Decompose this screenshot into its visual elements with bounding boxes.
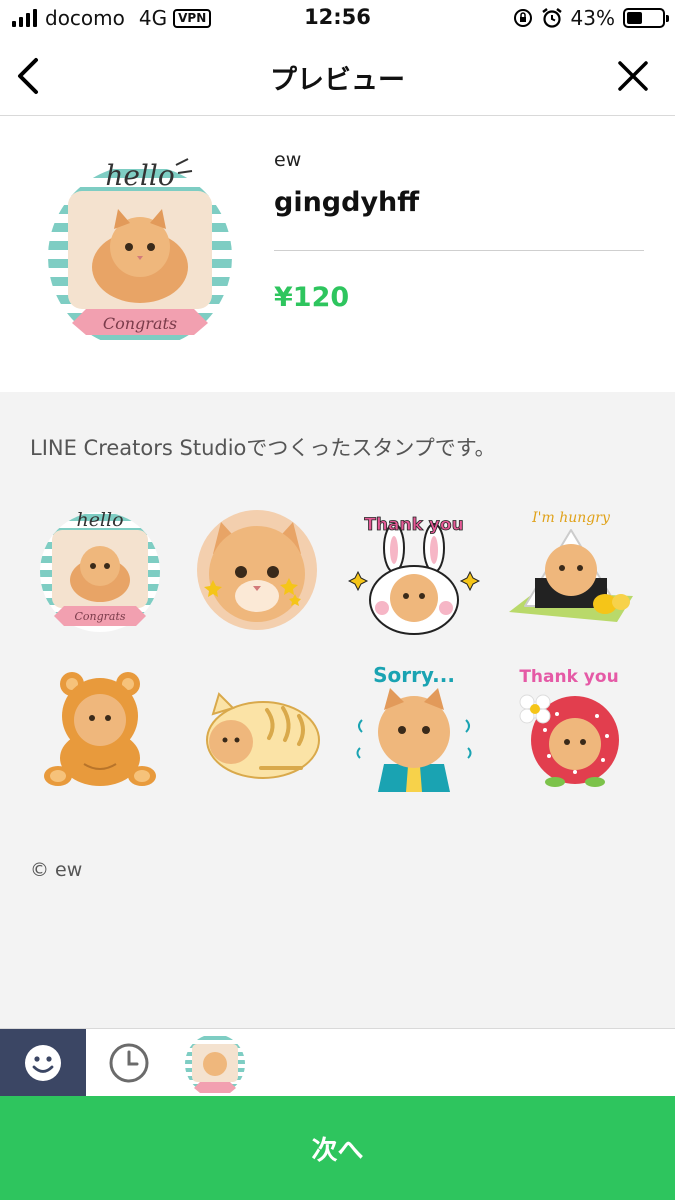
sticker-bunny-thank-you[interactable]: Thank you bbox=[336, 494, 491, 646]
sticker-tab-bar bbox=[0, 1028, 675, 1096]
svg-text:Sorry...: Sorry... bbox=[373, 663, 455, 687]
copyright: © ew bbox=[30, 859, 83, 881]
sticker-bear-costume[interactable] bbox=[22, 650, 177, 802]
svg-text:Thank you: Thank you bbox=[364, 515, 463, 535]
sticker-ribbon-text: Congrats bbox=[103, 314, 177, 333]
description: LINE Creators Studioでつくったスタンプです。 bbox=[30, 436, 496, 460]
close-icon bbox=[618, 61, 648, 91]
sticker-sparkle-face[interactable] bbox=[179, 494, 334, 646]
price: ¥120 bbox=[274, 282, 350, 313]
alarm-icon bbox=[541, 8, 562, 28]
clock-icon bbox=[109, 1043, 149, 1082]
svg-text:I'm hungry: I'm hungry bbox=[531, 510, 611, 526]
sticker-hello-congrats[interactable]: hello Congrats bbox=[22, 494, 177, 646]
sticker-pack-thumb bbox=[185, 1033, 245, 1094]
nav-bar: プレビュー bbox=[0, 38, 675, 116]
battery-percent: 43% bbox=[570, 6, 615, 30]
main-sticker-image: hello Congrats bbox=[42, 155, 238, 351]
close-button[interactable] bbox=[615, 58, 651, 94]
battery-icon bbox=[623, 8, 669, 28]
sticker-hello-text: hello bbox=[105, 159, 174, 192]
sticker-preview-area: LINE Creators Studioでつくったスタンプです。 hello C… bbox=[0, 392, 675, 1028]
sticker-pack-title: gingdyhff bbox=[274, 187, 420, 218]
emoji-icon bbox=[25, 1044, 61, 1081]
sticker-tabby-cat[interactable] bbox=[179, 650, 334, 802]
svg-text:Thank you: Thank you bbox=[519, 667, 618, 687]
sticker-onigiri-hungry[interactable]: I'm hungry bbox=[493, 494, 648, 646]
tab-sticker-pack[interactable] bbox=[172, 1029, 258, 1096]
status-bar: docomo 4G VPN 12:56 43% bbox=[0, 0, 675, 38]
divider bbox=[274, 250, 644, 251]
sticker-grid: hello Congrats Thank you I'm hungry Sorr… bbox=[22, 494, 662, 802]
page-title: プレビュー bbox=[270, 65, 405, 96]
author-name: ew bbox=[274, 149, 302, 171]
orientation-lock-icon bbox=[513, 9, 532, 27]
next-button[interactable]: 次へ bbox=[0, 1096, 675, 1200]
tab-recent[interactable] bbox=[86, 1029, 172, 1096]
svg-text:hello: hello bbox=[76, 509, 123, 531]
tab-emoji[interactable] bbox=[0, 1029, 86, 1096]
product-header: hello Congrats ew gingdyhff ¥120 bbox=[0, 117, 675, 392]
sticker-sorry[interactable]: Sorry... bbox=[336, 650, 491, 802]
sticker-strawberry-thank-you[interactable]: Thank you bbox=[493, 650, 648, 802]
svg-text:Congrats: Congrats bbox=[74, 610, 125, 623]
